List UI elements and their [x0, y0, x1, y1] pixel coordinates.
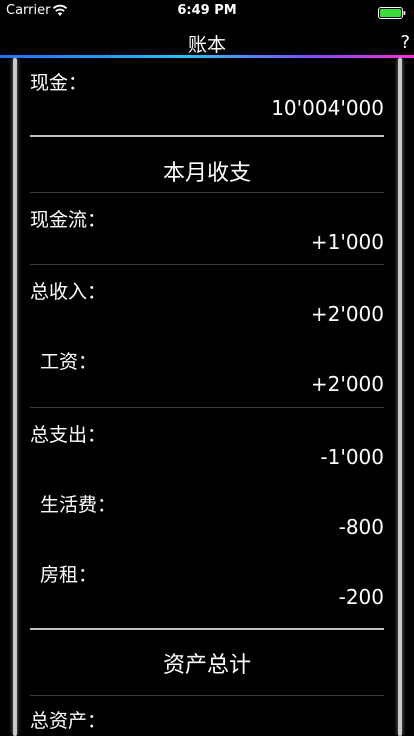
rent-amount: -200	[338, 585, 384, 609]
cash-flow-amount: +1'000	[310, 230, 384, 254]
cash-label: 现金：	[30, 72, 88, 94]
cash-amount: 10'004'000	[271, 96, 384, 120]
row-divider	[30, 695, 384, 696]
nav-divider	[0, 55, 414, 58]
expense-total-label: 总支出：	[30, 424, 107, 446]
salary-amount: +2'000	[310, 372, 384, 396]
total-assets-label: 总资产：	[30, 710, 107, 732]
expense-total-amount: -1'000	[320, 445, 384, 469]
living-cost-label: 生活费：	[40, 494, 117, 516]
clock: 6:49 PM	[177, 3, 237, 18]
section-divider	[30, 135, 384, 137]
monthly-section-title: 本月收支	[162, 161, 251, 186]
salary-label: 工资：	[40, 351, 98, 373]
battery-icon	[378, 4, 406, 19]
help-button[interactable]: ?	[400, 32, 410, 53]
living-cost-amount: -800	[338, 515, 384, 539]
nav-bar: 账本 ?	[0, 22, 414, 56]
left-border	[13, 58, 17, 736]
row-divider	[30, 192, 384, 193]
cash-flow-label: 现金流：	[30, 209, 107, 231]
assets-section-title: 资产总计	[162, 653, 251, 678]
section-divider	[30, 628, 384, 630]
row-divider	[30, 407, 384, 408]
income-total-amount: +2'000	[310, 302, 384, 326]
income-total-label: 总收入：	[30, 281, 107, 303]
row-divider	[30, 264, 384, 265]
rent-label: 房租：	[40, 564, 98, 586]
status-bar: Carrier 6:49 PM	[0, 0, 414, 22]
right-border	[398, 58, 402, 736]
page-title: 账本	[187, 34, 226, 56]
